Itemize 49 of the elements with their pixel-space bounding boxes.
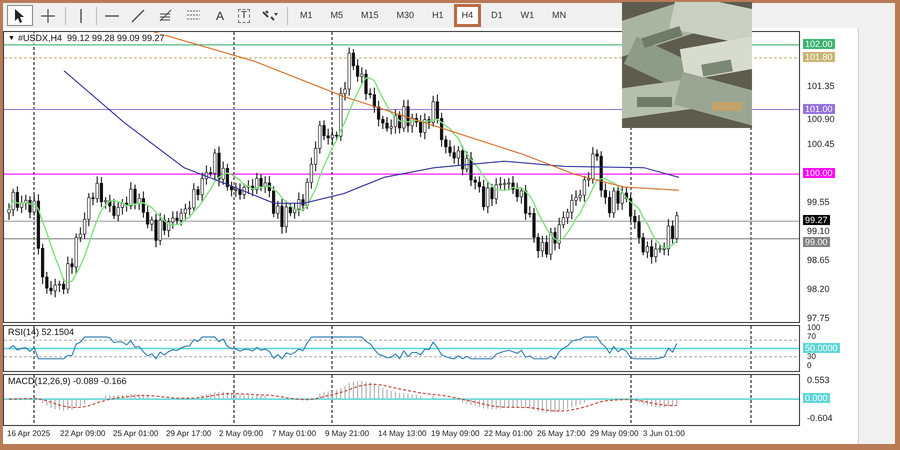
timeframe-button[interactable]: MN	[544, 4, 574, 27]
time-axis-label: 2 May 09:00	[219, 429, 264, 439]
time-axis-label: 3 Jun 01:00	[643, 429, 686, 439]
axis-tick-label: 30	[807, 352, 816, 361]
timeframe-button[interactable]: W1	[512, 4, 542, 27]
timeframe-button[interactable]: M1	[292, 4, 321, 27]
axis-tick-label: 70	[807, 332, 816, 341]
time-axis-label: 22 May 01:00	[484, 429, 534, 439]
timeframe-button[interactable]: M30	[388, 4, 422, 27]
axis-tick-label: 97.75	[807, 313, 830, 324]
price-label: 102.00	[803, 38, 835, 49]
axis-tick-label: 99.10	[807, 226, 830, 236]
time-axis-label: 9 May 21:00	[325, 429, 370, 439]
text-tool-button[interactable]: A	[209, 5, 231, 26]
price-label: 101.00	[803, 104, 835, 114]
time-axis-label: 14 May 13:00	[378, 429, 428, 439]
chart-header: #USDX,H4 99.12 99.28 99.09 99.27	[18, 33, 165, 44]
price-label: 99.27	[803, 215, 830, 226]
time-axis-label: 16 Apr 2025	[7, 429, 52, 439]
time-axis-label: 25 Apr 01:00	[113, 429, 160, 439]
price-label: 101.80	[803, 52, 835, 62]
indicator-header: RSI(14) 52.1504	[8, 327, 74, 338]
timeframe-button[interactable]: M5	[322, 4, 352, 27]
axis-tick-label: 101.35	[807, 80, 835, 91]
timeframe-button[interactable]: H1	[424, 4, 452, 27]
axis-tick-label: -0.604	[807, 413, 833, 423]
time-axis-label: 7 May 01:00	[272, 429, 318, 439]
time-axis-label: 29 May 09:00	[590, 429, 640, 439]
indicator-header: MACD(12,26,9) -0.089 -0.166	[8, 376, 127, 387]
indicator-value-label: 0.000	[803, 393, 830, 404]
axis-tick-label: 98.65	[807, 255, 830, 266]
time-axis-label: 19 May 09:00	[431, 429, 480, 439]
timeframe-button[interactable]: H4	[454, 4, 482, 27]
timeframe-button[interactable]: D1	[483, 4, 511, 27]
axis-tick-label: 100.45	[807, 139, 835, 150]
time-axis-label: 26 May 17:00	[537, 429, 586, 439]
axis-tick-label: 98.20	[807, 284, 830, 294]
text-label-button[interactable]: T	[233, 5, 255, 26]
axis-tick-label: 0.553	[807, 375, 830, 385]
axis-tick-label: 0	[807, 361, 812, 370]
time-axis-label: 29 Apr 17:00	[166, 429, 212, 439]
axis-tick-label: 100.90	[807, 114, 835, 124]
price-label: 99.00	[803, 236, 830, 247]
axis-tick-label: 100	[807, 323, 820, 332]
price-label: 100.00	[803, 168, 835, 178]
timeframe-button[interactable]: M15	[353, 4, 387, 27]
indicator-value-label: 50.0000	[803, 342, 840, 352]
axis-tick-label: 99.55	[807, 197, 830, 208]
time-axis-label: 22 Apr 09:00	[60, 429, 106, 439]
